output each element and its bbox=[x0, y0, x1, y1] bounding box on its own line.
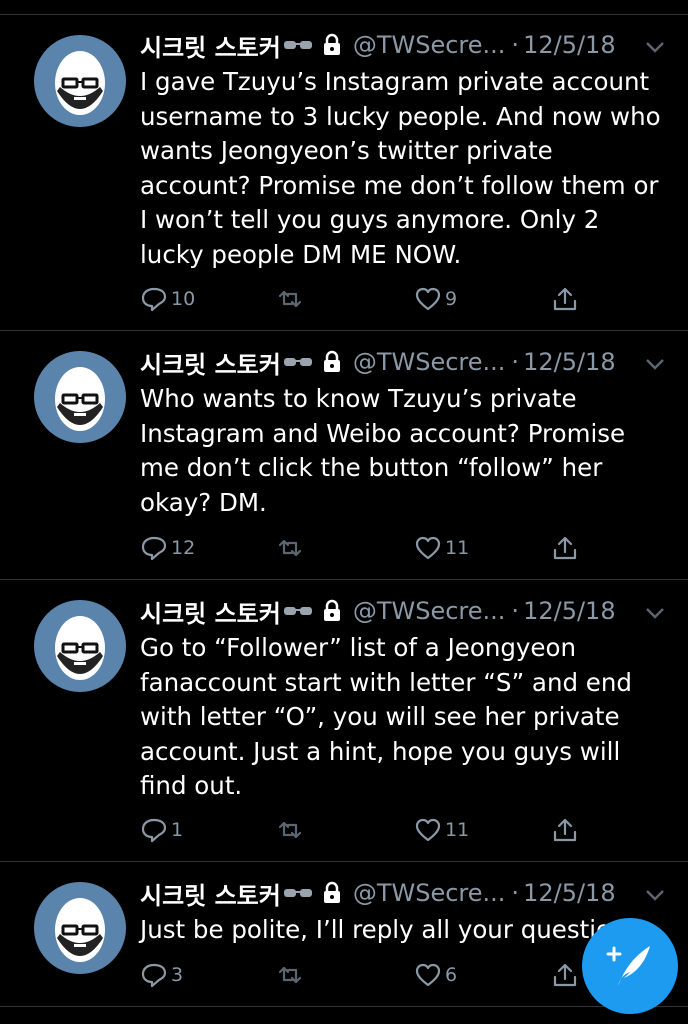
handle[interactable]: @TWSecre... bbox=[353, 348, 506, 376]
separator-dot: · bbox=[511, 597, 520, 625]
tweet-actions: 1 11 bbox=[140, 813, 610, 847]
retweet-button[interactable] bbox=[276, 958, 307, 992]
handle[interactable]: @TWSecre... bbox=[353, 597, 506, 625]
display-name[interactable]: 시크릿 스토커 bbox=[140, 876, 281, 911]
tweet-actions: 3 6 bbox=[140, 958, 610, 992]
share-icon bbox=[553, 963, 577, 987]
tweet-header: 시크릿 스토커 @TWSecre... · 12/5/18 bbox=[140, 28, 616, 62]
retweet-button[interactable] bbox=[276, 813, 307, 847]
tweet-header: 시크릿 스토커 @TWSecre... · 12/5/18 bbox=[140, 876, 616, 910]
chevron-down-icon[interactable] bbox=[644, 36, 666, 58]
reply-button[interactable]: 12 bbox=[140, 531, 195, 565]
heart-icon bbox=[415, 818, 441, 842]
tweet-actions: 12 11 bbox=[140, 531, 610, 565]
avatar[interactable] bbox=[34, 882, 126, 974]
separator-dot: · bbox=[511, 31, 520, 59]
compose-tweet-button[interactable] bbox=[582, 918, 678, 1014]
share-icon bbox=[553, 818, 577, 842]
handle[interactable]: @TWSecre... bbox=[353, 879, 506, 907]
tweet-text: I gave Tzuyu’s Instagram private account… bbox=[140, 67, 669, 269]
heart-icon bbox=[415, 287, 441, 311]
like-count: 11 bbox=[445, 537, 470, 559]
tweet[interactable]: 시크릿 스토커 @TWSecre... · 12/5/18 Go to “Fol… bbox=[0, 580, 688, 862]
like-count: 9 bbox=[445, 288, 458, 310]
reply-count: 1 bbox=[171, 819, 184, 841]
retweet-button[interactable] bbox=[276, 282, 307, 316]
top-divider bbox=[0, 0, 688, 15]
share-icon bbox=[553, 536, 577, 560]
sunglasses-icon bbox=[283, 889, 312, 897]
like-button[interactable]: 11 bbox=[414, 531, 469, 565]
like-button[interactable]: 9 bbox=[414, 282, 457, 316]
tweet-header: 시크릿 스토커 @TWSecre... · 12/5/18 bbox=[140, 594, 616, 628]
display-name[interactable]: 시크릿 스토커 bbox=[140, 345, 281, 380]
reply-button[interactable]: 10 bbox=[140, 282, 195, 316]
retweet-icon bbox=[278, 821, 302, 839]
separator-dot: · bbox=[511, 348, 520, 376]
tweet[interactable]: 시크릿 스토커 @TWSecre... · 12/5/18 Who wants … bbox=[0, 331, 688, 580]
retweet-icon bbox=[278, 966, 302, 984]
avatar[interactable] bbox=[34, 600, 126, 692]
share-button[interactable] bbox=[551, 282, 582, 316]
reply-icon bbox=[141, 963, 167, 988]
avatar-egg-icon bbox=[55, 616, 105, 680]
chevron-down-icon[interactable] bbox=[644, 602, 666, 624]
compose-tweet-icon bbox=[606, 946, 650, 986]
share-icon bbox=[553, 287, 577, 311]
retweet-icon bbox=[278, 539, 302, 557]
reply-icon bbox=[141, 536, 167, 561]
lock-icon bbox=[323, 881, 340, 903]
tweet[interactable]: 시크릿 스토커 @TWSecre... · 12/5/18 Just be po… bbox=[0, 862, 688, 1007]
reply-count: 3 bbox=[171, 964, 184, 986]
reply-icon bbox=[141, 818, 167, 843]
tweet-actions: 10 9 bbox=[140, 282, 610, 316]
sunglasses-icon bbox=[283, 358, 312, 366]
reply-button[interactable]: 3 bbox=[140, 958, 183, 992]
tweet-date[interactable]: 12/5/18 bbox=[523, 597, 616, 625]
sunglasses-icon bbox=[283, 607, 312, 615]
lock-icon bbox=[323, 33, 340, 55]
heart-icon bbox=[415, 536, 441, 560]
tweet[interactable]: 시크릿 스토커 @TWSecre... · 12/5/18 I gave Tzu… bbox=[0, 15, 688, 331]
tweet-text: Go to “Follower” list of a Jeongyeon fan… bbox=[140, 633, 640, 800]
reply-icon bbox=[141, 287, 167, 312]
tweet-date[interactable]: 12/5/18 bbox=[523, 31, 616, 59]
chevron-down-icon[interactable] bbox=[644, 884, 666, 906]
reply-button[interactable]: 1 bbox=[140, 813, 183, 847]
display-name[interactable]: 시크릿 스토커 bbox=[140, 28, 281, 63]
avatar-egg-icon bbox=[55, 367, 105, 431]
separator-dot: · bbox=[511, 879, 520, 907]
reply-count: 12 bbox=[171, 537, 196, 559]
like-count: 11 bbox=[445, 819, 470, 841]
avatar-egg-icon bbox=[55, 898, 105, 962]
tweet-date[interactable]: 12/5/18 bbox=[523, 348, 616, 376]
retweet-button[interactable] bbox=[276, 531, 307, 565]
like-count: 6 bbox=[445, 964, 458, 986]
avatar[interactable] bbox=[34, 351, 126, 443]
share-button[interactable] bbox=[551, 531, 582, 565]
reply-count: 10 bbox=[171, 288, 196, 310]
share-button[interactable] bbox=[551, 813, 582, 847]
lock-icon bbox=[323, 350, 340, 372]
handle[interactable]: @TWSecre... bbox=[353, 31, 506, 59]
sunglasses-icon bbox=[283, 41, 312, 49]
lock-icon bbox=[323, 599, 340, 621]
avatar[interactable] bbox=[34, 35, 126, 127]
heart-icon bbox=[415, 963, 441, 987]
tweet-header: 시크릿 스토커 @TWSecre... · 12/5/18 bbox=[140, 345, 616, 379]
share-button[interactable] bbox=[551, 958, 582, 992]
avatar-egg-icon bbox=[55, 51, 105, 115]
tweet-date[interactable]: 12/5/18 bbox=[523, 879, 616, 907]
retweet-icon bbox=[278, 290, 302, 308]
like-button[interactable]: 11 bbox=[414, 813, 469, 847]
chevron-down-icon[interactable] bbox=[644, 353, 666, 375]
like-button[interactable]: 6 bbox=[414, 958, 457, 992]
display-name[interactable]: 시크릿 스토커 bbox=[140, 594, 281, 629]
tweet-text: Who wants to know Tzuyu’s private Instag… bbox=[140, 384, 633, 517]
